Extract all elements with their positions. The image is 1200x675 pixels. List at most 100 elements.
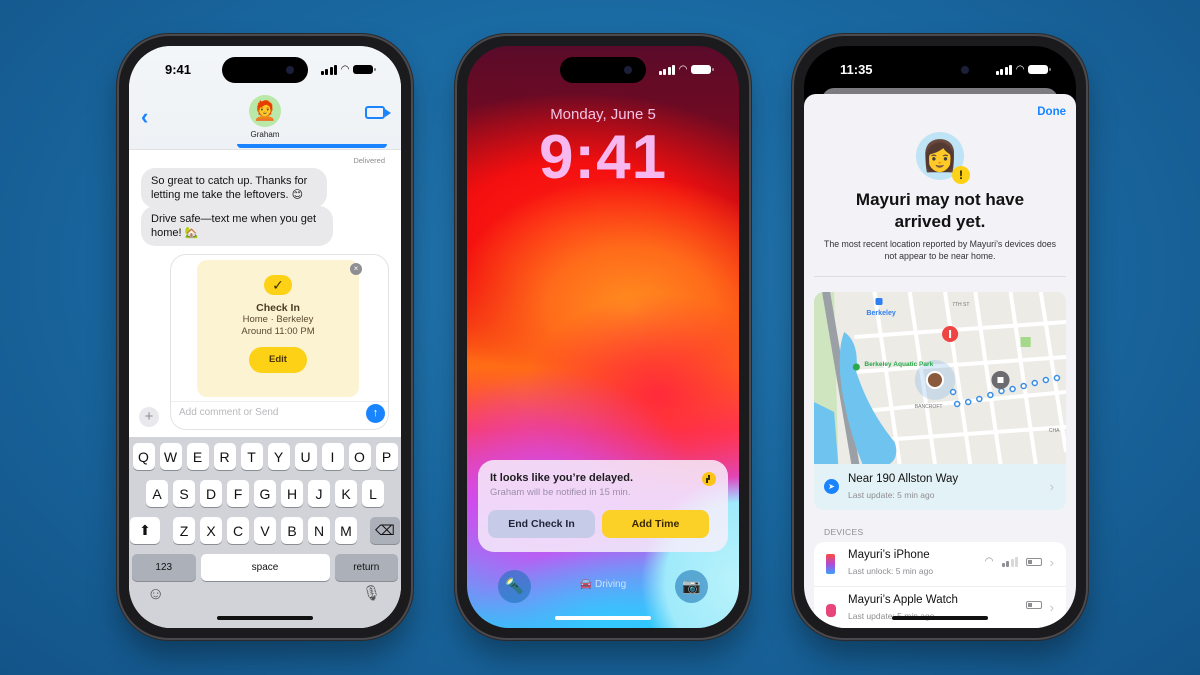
chevron-left-icon[interactable]: ‹: [141, 104, 148, 130]
devices-section-label: DEVICES: [824, 527, 864, 537]
location-row[interactable]: ➤ Near 190 Allston Way Last update: 5 mi…: [814, 464, 1066, 510]
map-label-street: BANCROFT: [915, 404, 943, 410]
key-g[interactable]: G: [254, 480, 276, 507]
checkin-card: ✓ Check In Home · Berkeley Around 11:00 …: [197, 260, 359, 397]
wifi-icon: ◠: [1016, 64, 1024, 75]
key-u[interactable]: U: [294, 443, 317, 470]
key-y[interactable]: Y: [267, 443, 290, 470]
microphone-icon[interactable]: 🎙: [362, 584, 381, 602]
done-button[interactable]: Done: [1037, 106, 1066, 118]
return-key[interactable]: return: [334, 554, 398, 581]
emoji-icon[interactable]: ☺: [147, 584, 164, 604]
key-v[interactable]: V: [254, 517, 276, 544]
edit-button[interactable]: Edit: [249, 347, 307, 373]
key-i[interactable]: I: [321, 443, 344, 470]
warning-icon: !: [952, 166, 970, 184]
location-subtitle: Last update: 5 min ago: [848, 490, 935, 500]
key-c[interactable]: C: [227, 517, 249, 544]
message-bubble: Drive safe—text me when you get home! 🏡: [141, 206, 333, 246]
alert-title: Mayuri may not have arrived yet.: [855, 190, 1025, 231]
camera-icon[interactable]: 📷: [675, 570, 708, 603]
chevron-right-icon: ›: [1049, 600, 1054, 615]
key-b[interactable]: B: [281, 517, 303, 544]
end-check-in-button[interactable]: End Check In: [488, 510, 595, 538]
battery-icon: [691, 65, 714, 74]
comment-input[interactable]: [179, 407, 349, 418]
shift-key[interactable]: ⬆: [130, 517, 160, 544]
key-p[interactable]: P: [375, 443, 398, 470]
signal-icon: [1001, 556, 1018, 567]
chevron-right-icon: ›: [1049, 479, 1054, 494]
lock-screen: ◠ Monday, June 5 9:41 It looks like you’…: [467, 46, 739, 628]
compose-card: ✓ Check In Home · Berkeley Around 11:00 …: [170, 254, 389, 430]
device-subtitle: Last unlock: 5 min ago: [848, 566, 934, 576]
keyboard-accessories: ☺ 🎙: [129, 580, 401, 628]
location-arrow-icon: ➤: [824, 479, 839, 494]
numbers-key[interactable]: 123: [132, 554, 196, 581]
delivered-label: Delivered: [353, 156, 385, 165]
backspace-key[interactable]: ⌫: [370, 517, 400, 544]
keyboard-row-4: 123 space return: [132, 554, 398, 581]
key-h[interactable]: H: [281, 480, 303, 507]
battery-icon: [1026, 601, 1042, 609]
notification-subtitle: Graham will be notified in 15 min.: [490, 487, 631, 498]
transit-station-icon: [875, 298, 883, 305]
status-bar: 9:41 ◠: [129, 61, 401, 79]
phone-lockscreen: ◠ Monday, June 5 9:41 It looks like you’…: [457, 36, 749, 638]
signal-icon: [995, 64, 1013, 75]
device-row[interactable]: Mayuri’s iPhone Last unlock: 5 min ago ◠…: [814, 542, 1066, 586]
device-row[interactable]: Mayuri’s Apple Watch Last update: 5 min …: [814, 586, 1066, 628]
key-m[interactable]: M: [335, 517, 357, 544]
keyboard-row-2: ASDFGHJKL: [132, 480, 398, 507]
status-time: 11:35: [840, 62, 873, 77]
key-r[interactable]: R: [213, 443, 236, 470]
key-d[interactable]: D: [200, 480, 222, 507]
device-name: Mayuri’s Apple Watch: [848, 594, 958, 606]
message-bubble: So great to catch up. Thanks for letting…: [141, 168, 327, 208]
key-l[interactable]: L: [362, 480, 384, 507]
alert-sheet: Done 👩 ! Mayuri may not have arrived yet…: [804, 94, 1076, 628]
key-a[interactable]: A: [146, 480, 168, 507]
key-k[interactable]: K: [335, 480, 357, 507]
signal-icon: [320, 64, 338, 75]
battery-icon: [1026, 557, 1042, 566]
status-bar: 11:35 ◠: [804, 61, 1076, 79]
key-q[interactable]: Q: [132, 443, 155, 470]
contact-avatar[interactable]: 🧑‍🦰: [249, 95, 281, 127]
wifi-icon: ◠: [984, 556, 994, 567]
checkmark-icon: ✓: [264, 275, 292, 295]
device-status: ◠: [985, 556, 1042, 567]
space-key[interactable]: space: [200, 554, 330, 581]
phone-messages: 9:41 ◠ ‹ 🧑‍🦰 Graham Delivered So great t…: [119, 36, 411, 638]
key-s[interactable]: S: [173, 480, 195, 507]
key-x[interactable]: X: [200, 517, 222, 544]
home-indicator: [892, 616, 988, 620]
map[interactable]: Berkeley Berkeley Aquatic Park BANCROFT …: [814, 292, 1066, 464]
checkin-destination: Home · Berkeley: [242, 314, 314, 325]
plus-icon[interactable]: +: [139, 407, 159, 427]
messages-screen: 9:41 ◠ ‹ 🧑‍🦰 Graham Delivered So great t…: [129, 46, 401, 628]
checkin-notification: It looks like you’re delayed. Graham wil…: [478, 460, 728, 552]
contact-name[interactable]: Graham: [129, 130, 401, 139]
key-e[interactable]: E: [186, 443, 209, 470]
key-t[interactable]: T: [240, 443, 263, 470]
chevron-right-icon: ›: [1049, 555, 1054, 570]
key-o[interactable]: O: [348, 443, 371, 470]
key-w[interactable]: W: [159, 443, 182, 470]
car-icon: 🚘: [579, 579, 593, 590]
video-camera-icon[interactable]: [365, 106, 391, 119]
home-indicator: [217, 616, 313, 620]
key-z[interactable]: Z: [173, 517, 195, 544]
focus-label: Driving: [595, 579, 627, 590]
send-arrow-icon[interactable]: ↑: [366, 404, 385, 423]
device-status: [1026, 601, 1042, 609]
key-f[interactable]: F: [227, 480, 249, 507]
divider: [171, 401, 388, 402]
add-time-button[interactable]: Add Time: [602, 510, 709, 538]
wifi-icon: ◠: [679, 64, 687, 75]
battery-icon: [1028, 65, 1051, 74]
key-n[interactable]: N: [308, 517, 330, 544]
map-label-street: 7TH ST: [952, 302, 969, 308]
close-icon[interactable]: ×: [350, 263, 362, 275]
key-j[interactable]: J: [308, 480, 330, 507]
